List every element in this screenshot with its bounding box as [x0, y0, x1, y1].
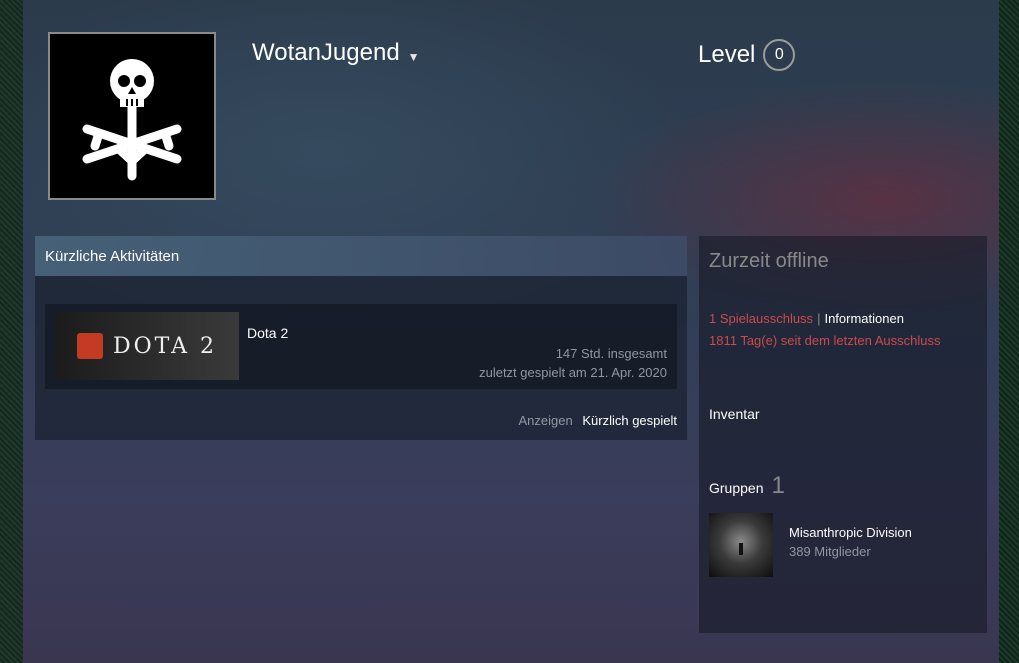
game-name[interactable]: Dota 2: [247, 325, 288, 341]
recent-activity-header[interactable]: Kürzliche Aktivitäten: [35, 236, 687, 276]
dota-logo-icon: [77, 333, 103, 359]
group-item[interactable]: Misanthropic Division 389 Mitglieder: [709, 513, 912, 577]
persona-name: WotanJugend: [252, 39, 400, 66]
ban-days: 1811 Tag(e) seit dem letzten Ausschluss: [709, 333, 941, 348]
groups-heading[interactable]: Gruppen 1: [709, 472, 785, 500]
game-capsule-text: DOTA 2: [113, 333, 218, 359]
groups-count: 1: [771, 472, 785, 499]
recent-activity-panel: Kürzliche Aktivitäten DOTA 2 Dota 2 147 …: [35, 236, 687, 440]
recently-played-link[interactable]: Kürzlich gespielt: [582, 413, 677, 428]
level-badge[interactable]: 0: [763, 39, 796, 71]
ban-info-link[interactable]: Informationen: [824, 311, 904, 326]
ban-count: 1 Spielausschluss: [709, 311, 814, 326]
inventory-link[interactable]: Inventar: [709, 406, 760, 422]
groups-label: Gruppen: [709, 480, 764, 496]
game-last-played: zuletzt gespielt am 21. Apr. 2020: [479, 365, 667, 380]
group-avatar[interactable]: [709, 513, 773, 577]
profile-level: Level 0: [698, 39, 796, 71]
ban-status: 1 Spielausschluss | Informationen: [709, 311, 904, 326]
group-text: Misanthropic Division 389 Mitglieder: [789, 525, 912, 577]
level-label: Level: [698, 41, 756, 68]
caret-down-icon: ▼: [407, 50, 420, 64]
game-hours: 147 Std. insgesamt: [555, 346, 667, 361]
online-status: Zurzeit offline: [709, 250, 829, 272]
figure-silhouette-icon: [739, 543, 743, 555]
game-row: DOTA 2 Dota 2 147 Std. insgesamt zuletzt…: [45, 304, 677, 389]
view-label: Anzeigen: [518, 413, 573, 428]
group-members: 389 Mitglieder: [789, 544, 871, 559]
profile-sidebar: Zurzeit offline 1 Spielausschluss | Inform…: [699, 236, 987, 633]
persona-name-dropdown[interactable]: WotanJugend ▼: [252, 39, 420, 67]
profile-avatar[interactable]: [48, 32, 216, 200]
skull-snowflake-icon: [82, 59, 182, 181]
right-border-texture: [999, 0, 1019, 663]
group-name[interactable]: Misanthropic Division: [789, 525, 912, 540]
ban-separator: |: [817, 311, 821, 326]
activity-footer: Anzeigen Kürzlich gespielt: [519, 413, 678, 428]
game-capsule[interactable]: DOTA 2: [55, 312, 239, 380]
left-border-texture: [0, 0, 23, 663]
